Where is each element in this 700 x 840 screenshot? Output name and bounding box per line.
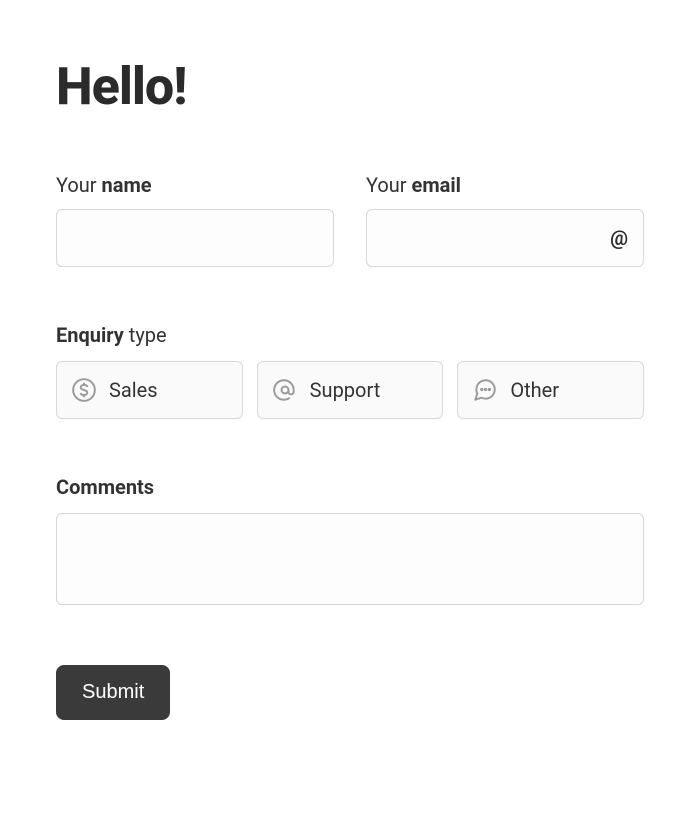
enquiry-option-sales-label: Sales [109, 378, 158, 402]
enquiry-options: Sales Support Other [56, 361, 644, 419]
enquiry-label-suffix: type [124, 323, 167, 347]
email-label-prefix: Your [366, 173, 412, 197]
email-label-bold: email [412, 173, 461, 197]
comments-label: Comments [56, 475, 644, 499]
page-title: Hello! [56, 56, 644, 117]
email-input[interactable] [366, 209, 644, 267]
name-label: Your name [56, 173, 334, 197]
name-label-prefix: Your [56, 173, 102, 197]
email-field: Your email @ [366, 173, 644, 267]
name-email-row: Your name Your email @ [56, 173, 644, 267]
enquiry-label: Enquiry type [56, 323, 644, 347]
name-label-bold: name [102, 173, 152, 197]
comments-label-text: Comments [56, 475, 154, 499]
enquiry-section: Enquiry type Sales Support [56, 323, 644, 419]
enquiry-option-support[interactable]: Support [257, 361, 444, 419]
name-field: Your name [56, 173, 334, 267]
enquiry-option-support-label: Support [310, 378, 381, 402]
email-input-wrap: @ [366, 209, 644, 267]
enquiry-option-sales[interactable]: Sales [56, 361, 243, 419]
submit-button[interactable]: Submit [56, 665, 170, 720]
at-circle-icon [272, 377, 298, 403]
dollar-circle-icon [71, 377, 97, 403]
name-input[interactable] [56, 209, 334, 267]
comments-section: Comments [56, 475, 644, 665]
enquiry-label-bold: Enquiry [56, 323, 124, 347]
comments-textarea[interactable] [56, 513, 644, 605]
enquiry-option-other-label: Other [510, 378, 559, 402]
email-label: Your email [366, 173, 644, 197]
enquiry-option-other[interactable]: Other [457, 361, 644, 419]
chat-bubble-icon [472, 377, 498, 403]
